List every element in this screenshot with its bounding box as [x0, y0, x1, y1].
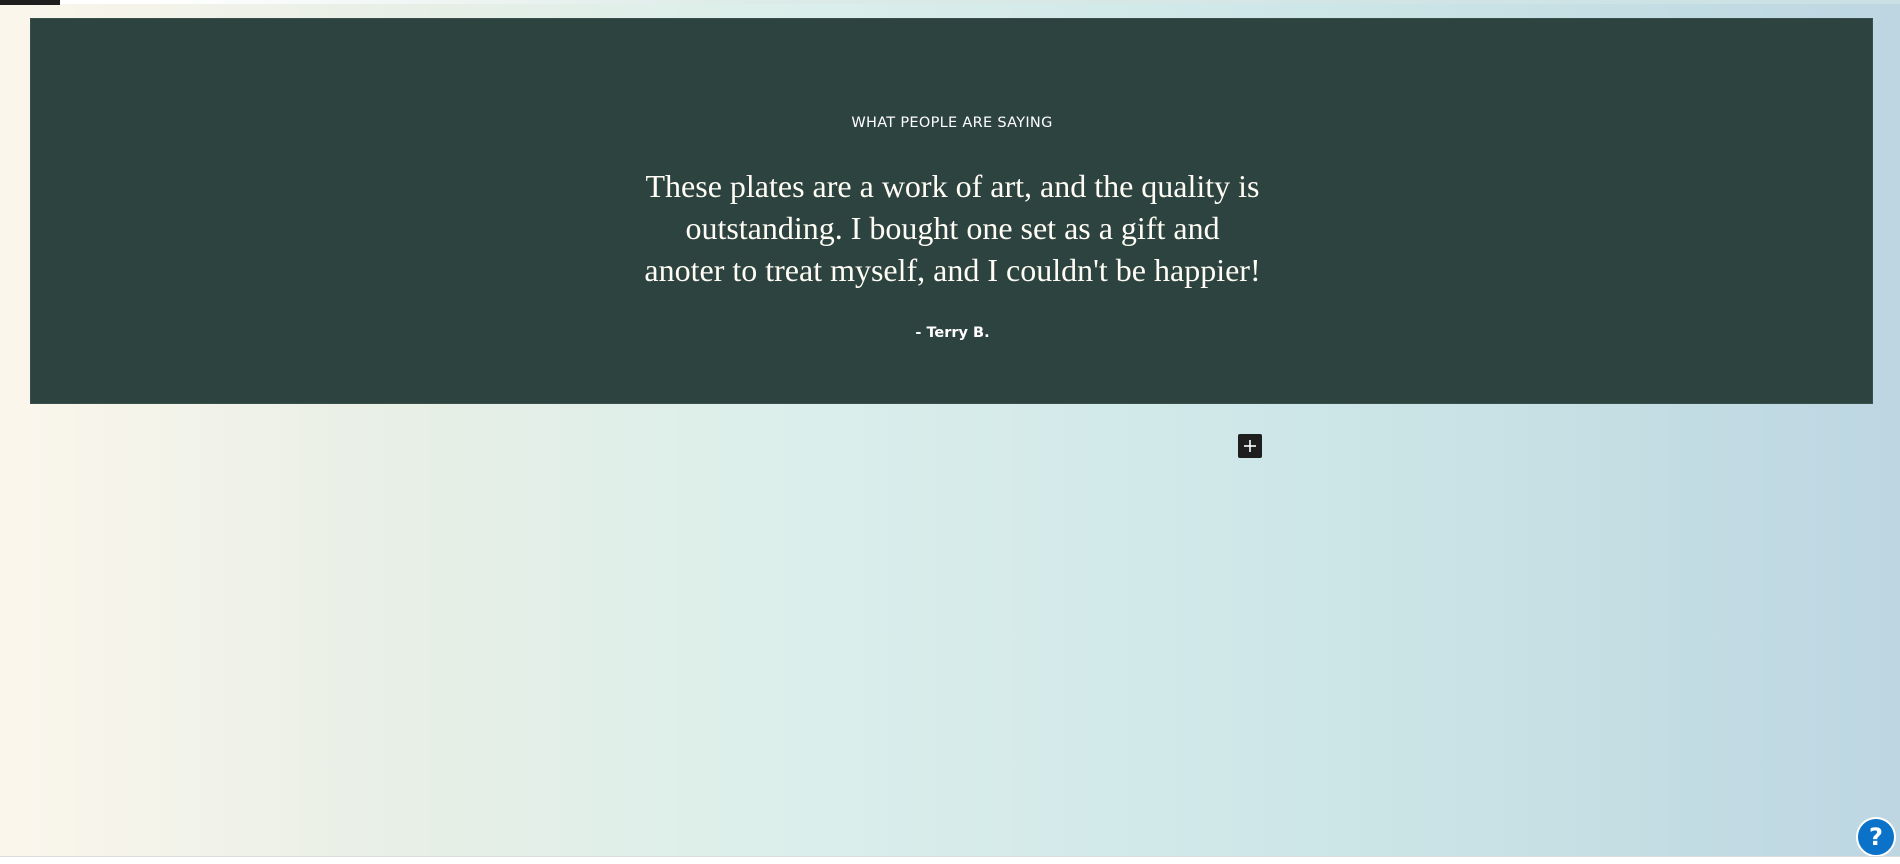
testimonial-author[interactable]: - Terry B.: [31, 325, 1874, 341]
top-tab[interactable]: [0, 0, 60, 5]
editor-canvas: WHAT PEOPLE ARE SAYING These plates are …: [0, 0, 1900, 856]
testimonial-quote-wrap: These plates are a work of art, and the …: [31, 165, 1874, 291]
testimonial-eyebrow: WHAT PEOPLE ARE SAYING: [851, 115, 1053, 131]
bottom-border: [0, 856, 1900, 864]
help-button[interactable]: ?: [1856, 817, 1896, 856]
plus-icon: [1244, 440, 1256, 452]
top-strip: [0, 0, 1900, 4]
testimonial-section[interactable]: WHAT PEOPLE ARE SAYING These plates are …: [30, 18, 1873, 404]
help-icon: ?: [1869, 823, 1883, 851]
add-block-button[interactable]: [1238, 434, 1262, 458]
testimonial-quote[interactable]: These plates are a work of art, and the …: [643, 165, 1263, 291]
